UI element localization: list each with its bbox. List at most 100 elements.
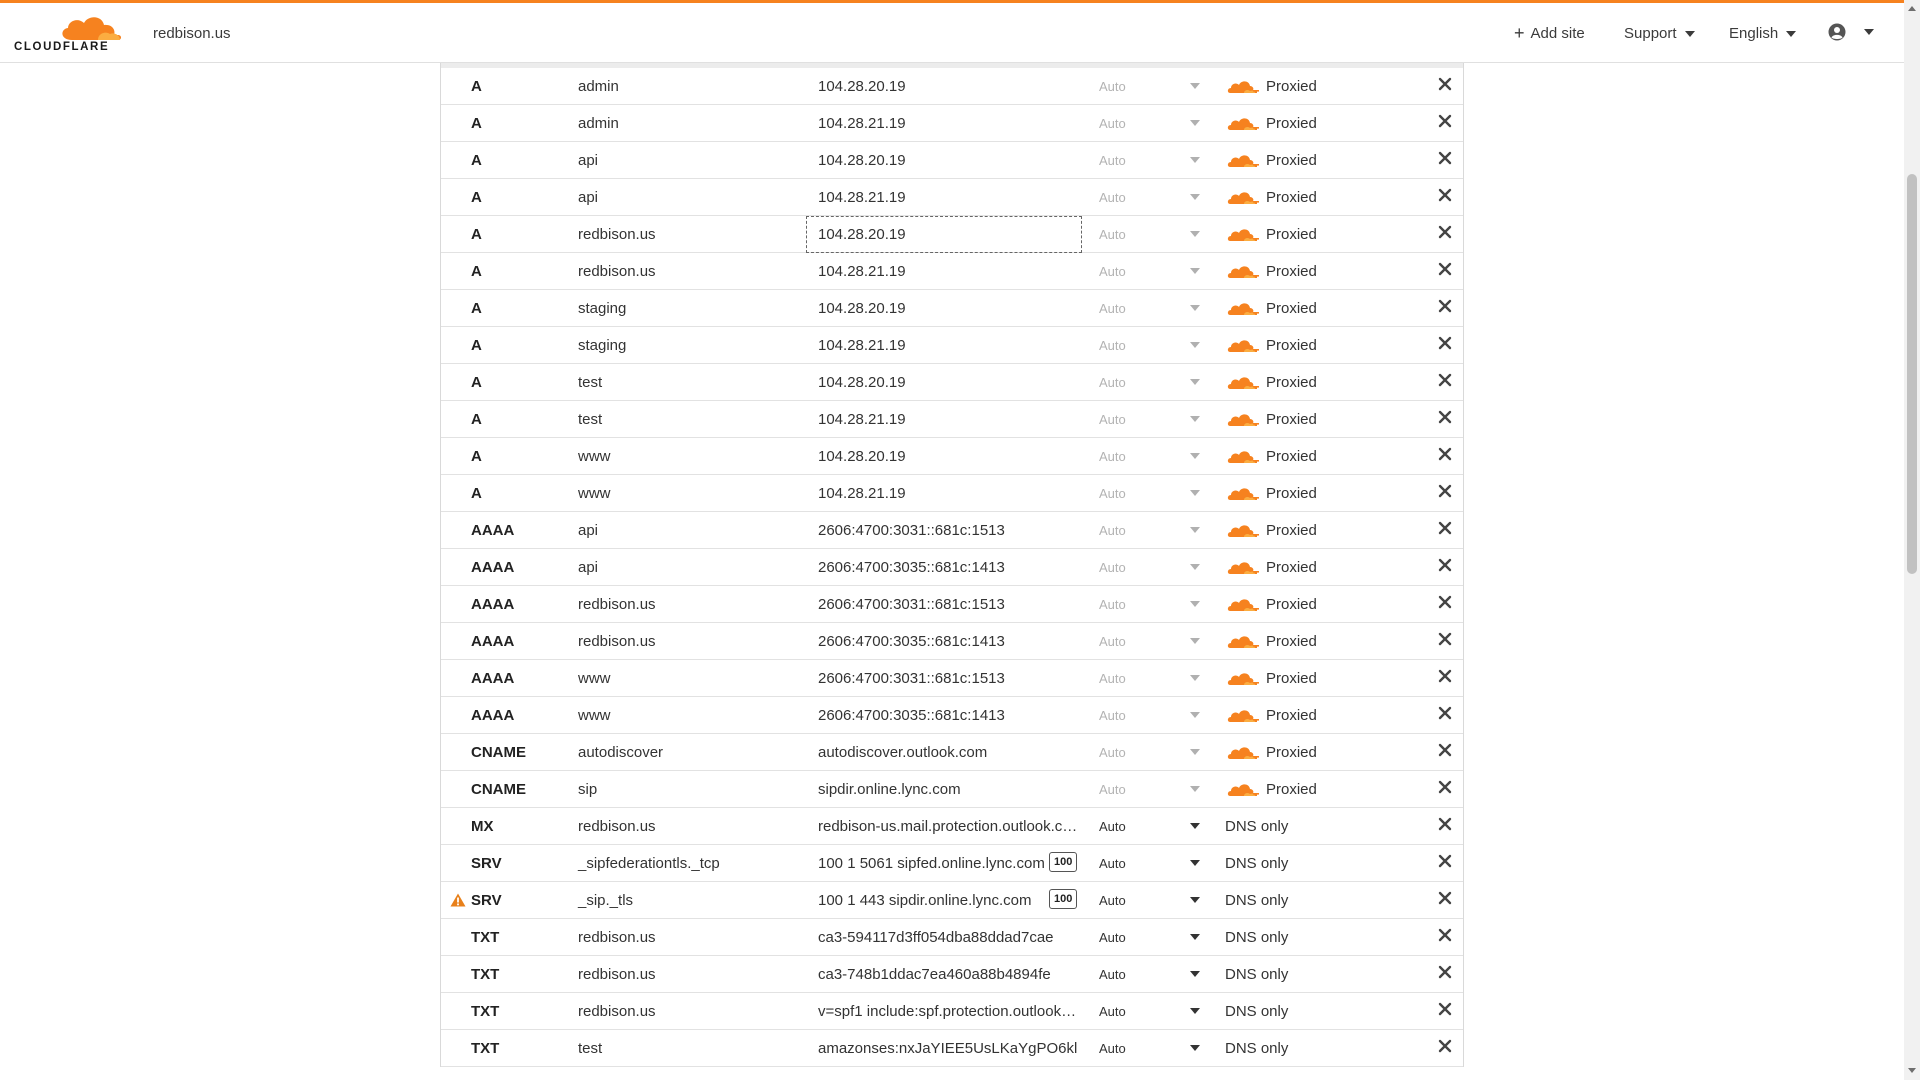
orange-cloud-icon[interactable] bbox=[1227, 598, 1259, 616]
record-content[interactable]: autodiscover.outlook.com bbox=[818, 744, 1080, 761]
record-name[interactable]: redbison.us bbox=[578, 818, 656, 835]
record-content[interactable]: 104.28.20.19 bbox=[818, 152, 1080, 169]
ttl-select[interactable]: Auto bbox=[1099, 1004, 1126, 1019]
proxy-status[interactable]: DNS only bbox=[1225, 892, 1288, 909]
record-name[interactable]: api bbox=[578, 559, 598, 576]
record-content[interactable]: 104.28.21.19 bbox=[818, 411, 1080, 428]
record-name[interactable]: www bbox=[578, 670, 611, 687]
proxy-status[interactable]: Proxied bbox=[1266, 189, 1317, 206]
proxy-status[interactable]: Proxied bbox=[1266, 411, 1317, 428]
ttl-select[interactable]: Auto bbox=[1099, 930, 1126, 945]
dns-record-row[interactable]: Aadmin 104.28.20.19 Auto Proxied bbox=[441, 68, 1463, 105]
proxy-status[interactable]: Proxied bbox=[1266, 559, 1317, 576]
user-menu[interactable] bbox=[1828, 23, 1874, 41]
record-name[interactable]: admin bbox=[578, 78, 619, 95]
delete-icon[interactable] bbox=[1438, 188, 1452, 206]
record-name[interactable]: admin bbox=[578, 115, 619, 132]
ttl-select[interactable]: Auto bbox=[1099, 1041, 1126, 1056]
record-content[interactable]: 104.28.20.19 bbox=[818, 374, 1080, 391]
proxy-status[interactable]: DNS only bbox=[1225, 855, 1288, 872]
dns-record-row[interactable]: Atest 104.28.21.19 Auto Proxied bbox=[441, 401, 1463, 438]
delete-icon[interactable] bbox=[1438, 743, 1452, 761]
scrollbar-thumb[interactable] bbox=[1907, 174, 1917, 574]
dns-record-row[interactable]: CNAME autodiscover autodiscover.outlook.co… bbox=[441, 734, 1463, 771]
orange-cloud-icon[interactable] bbox=[1227, 117, 1259, 135]
record-content[interactable]: 104.28.21.19 bbox=[818, 115, 1080, 132]
chevron-down-icon[interactable] bbox=[1190, 823, 1200, 829]
dns-record-row[interactable]: TXT redbison.us ca3-594117d3ff054dba88ddad… bbox=[441, 919, 1463, 956]
support-menu[interactable]: Support bbox=[1624, 25, 1695, 42]
record-content[interactable]: 2606:4700:3031::681c:1513 bbox=[818, 596, 1080, 613]
record-content[interactable]: 100 1 5061 sipfed.online.lync.com bbox=[818, 855, 1054, 872]
chevron-down-icon[interactable] bbox=[1190, 1045, 1200, 1051]
dns-record-row[interactable]: TXT redbison.us v=spf1 include:spf.protect… bbox=[441, 993, 1463, 1030]
orange-cloud-icon[interactable] bbox=[1227, 487, 1259, 505]
ttl-select[interactable]: Auto bbox=[1099, 819, 1126, 834]
proxy-status[interactable]: Proxied bbox=[1266, 115, 1317, 132]
record-name[interactable]: test bbox=[578, 411, 602, 428]
language-menu[interactable]: English bbox=[1729, 25, 1797, 42]
proxy-status[interactable]: DNS only bbox=[1225, 1040, 1288, 1057]
proxy-status[interactable]: Proxied bbox=[1266, 300, 1317, 317]
orange-cloud-icon[interactable] bbox=[1227, 154, 1259, 172]
proxy-status[interactable]: Proxied bbox=[1266, 744, 1317, 761]
dns-record-row[interactable]: Awww 104.28.20.19 Auto Proxied bbox=[441, 438, 1463, 475]
add-site-button[interactable]: + Add site bbox=[1514, 24, 1585, 42]
delete-icon[interactable] bbox=[1438, 1039, 1452, 1057]
proxy-status[interactable]: Proxied bbox=[1266, 707, 1317, 724]
record-name[interactable]: _sipfederationtls._tcp bbox=[578, 855, 720, 872]
dns-record-row[interactable]: CNAME sip sipdir.online.lync.com Auto Proxie… bbox=[441, 771, 1463, 808]
chevron-down-icon[interactable] bbox=[1190, 1008, 1200, 1014]
orange-cloud-icon[interactable] bbox=[1227, 302, 1259, 320]
record-content[interactable]: 2606:4700:3035::681c:1413 bbox=[818, 559, 1080, 576]
chevron-down-icon[interactable] bbox=[1190, 934, 1200, 940]
delete-icon[interactable] bbox=[1438, 965, 1452, 983]
dns-record-row[interactable]: AAAA api 2606:4700:3031::681c:1513 Auto Prox… bbox=[441, 512, 1463, 549]
proxy-status[interactable]: Proxied bbox=[1266, 781, 1317, 798]
record-name[interactable]: www bbox=[578, 707, 611, 724]
record-content[interactable]: 104.28.20.19 bbox=[818, 300, 1080, 317]
dns-record-row[interactable]: Aadmin 104.28.21.19 Auto Proxied bbox=[441, 105, 1463, 142]
dns-record-row[interactable]: Awww 104.28.21.19 Auto Proxied bbox=[441, 475, 1463, 512]
dns-record-row[interactable]: Aapi 104.28.21.19 Auto Proxied bbox=[441, 179, 1463, 216]
proxy-status[interactable]: Proxied bbox=[1266, 226, 1317, 243]
delete-icon[interactable] bbox=[1438, 484, 1452, 502]
dns-record-row[interactable]: TXT redbison.us ca3-748b1ddac7ea460a88b489… bbox=[441, 956, 1463, 993]
record-content[interactable]: redbison-us.mail.protection.outlook.com bbox=[818, 818, 1080, 835]
record-content[interactable]: 104.28.20.19 bbox=[818, 226, 1080, 243]
record-name[interactable]: redbison.us bbox=[578, 263, 656, 280]
record-name[interactable]: sip bbox=[578, 781, 597, 798]
proxy-status[interactable]: Proxied bbox=[1266, 485, 1317, 502]
orange-cloud-icon[interactable] bbox=[1227, 635, 1259, 653]
delete-icon[interactable] bbox=[1438, 817, 1452, 835]
record-content[interactable]: sipdir.online.lync.com bbox=[818, 781, 1080, 798]
record-content[interactable]: 104.28.20.19 bbox=[818, 78, 1080, 95]
record-content[interactable]: amazonses:nxJaYIEE5UsLKaYgPO6kl bbox=[818, 1040, 1080, 1057]
chevron-down-icon[interactable] bbox=[1190, 897, 1200, 903]
delete-icon[interactable] bbox=[1438, 299, 1452, 317]
orange-cloud-icon[interactable] bbox=[1227, 783, 1259, 801]
dns-record-row[interactable]: AAAA www 2606:4700:3035::681c:1413 Auto Prox… bbox=[441, 697, 1463, 734]
delete-icon[interactable] bbox=[1438, 669, 1452, 687]
orange-cloud-icon[interactable] bbox=[1227, 191, 1259, 209]
dns-record-row[interactable]: Astaging 104.28.21.19 Auto Proxied bbox=[441, 327, 1463, 364]
dns-record-row[interactable]: TXT test amazonses:nxJaYIEE5UsLKaYgPO6kl Au… bbox=[441, 1030, 1463, 1067]
orange-cloud-icon[interactable] bbox=[1227, 228, 1259, 246]
orange-cloud-icon[interactable] bbox=[1227, 339, 1259, 357]
delete-icon[interactable] bbox=[1438, 225, 1452, 243]
proxy-status[interactable]: DNS only bbox=[1225, 818, 1288, 835]
record-name[interactable]: api bbox=[578, 152, 598, 169]
dns-record-row[interactable]: SRV _sip._tls 100 1 443 sipdir.online.lync… bbox=[441, 882, 1463, 919]
record-content[interactable]: 104.28.21.19 bbox=[818, 189, 1080, 206]
scroll-down-icon[interactable] bbox=[1908, 1068, 1916, 1073]
record-name[interactable]: redbison.us bbox=[578, 226, 656, 243]
orange-cloud-icon[interactable] bbox=[1227, 672, 1259, 690]
orange-cloud-icon[interactable] bbox=[1227, 561, 1259, 579]
orange-cloud-icon[interactable] bbox=[1227, 376, 1259, 394]
delete-icon[interactable] bbox=[1438, 151, 1452, 169]
record-name[interactable]: staging bbox=[578, 337, 626, 354]
orange-cloud-icon[interactable] bbox=[1227, 524, 1259, 542]
orange-cloud-icon[interactable] bbox=[1227, 746, 1259, 764]
record-name[interactable]: www bbox=[578, 448, 611, 465]
delete-icon[interactable] bbox=[1438, 854, 1452, 872]
